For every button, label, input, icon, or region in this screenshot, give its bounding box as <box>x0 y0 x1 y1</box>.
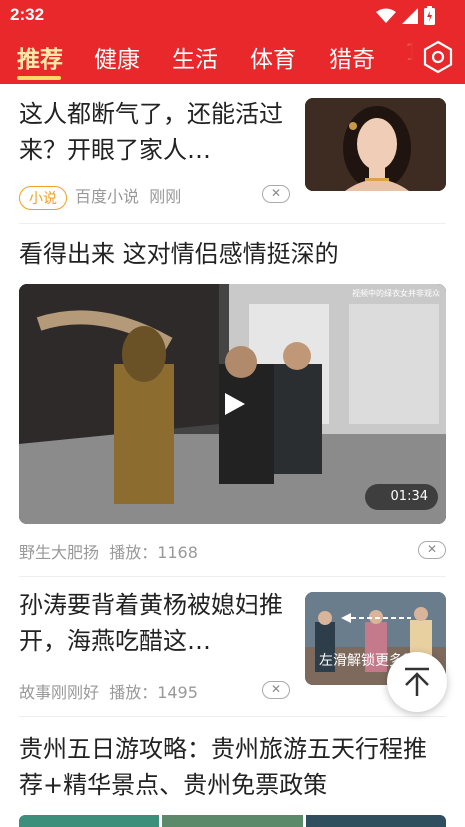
item-title: 看得出来 这对情侣感情挺深的 <box>19 240 339 268</box>
swipe-left-arrow-icon <box>341 613 411 623</box>
close-icon[interactable]: ✕ <box>418 541 446 559</box>
signal-icon <box>402 7 418 24</box>
tab-sports[interactable]: 体育 <box>250 40 296 74</box>
video-caption: 视频中的绿衣女并非观众 <box>352 289 440 298</box>
play-icon[interactable] <box>221 391 247 417</box>
tab-curiosity[interactable]: 猎奇 <box>329 40 375 74</box>
video-duration: 01:34 <box>390 489 428 504</box>
tag-badge: 小说 <box>19 185 67 210</box>
image-strip <box>19 815 446 827</box>
feed-item-video[interactable]: 看得出来 这对情侣感情挺深的 01:34 视频中的绿衣女并非观众 野生大肥扬 播… <box>0 224 465 576</box>
item-title: 这人都断气了，还能活过来？开眼了家人… <box>19 100 283 164</box>
item-plays: 播放：1495 <box>109 683 198 702</box>
item-meta: 小说 百度小说 刚刚 <box>19 183 181 210</box>
status-time: 2:32 <box>10 5 45 24</box>
feed-item[interactable]: 这人都断气了，还能活过来？开眼了家人… 小说 百度小说 刚刚 ✕ <box>0 84 465 223</box>
strip-image <box>162 815 303 827</box>
wifi-icon <box>376 8 396 23</box>
arrow-up-icon <box>405 667 429 696</box>
item-source: 野生大肥扬 <box>19 543 100 562</box>
item-meta: 故事刚刚好 播放：1495 <box>19 679 198 703</box>
item-source: 百度小说 <box>75 187 140 206</box>
app: 2:32 推荐 健康 生活 体育 猎奇 1 <box>0 0 465 827</box>
back-to-top-button[interactable] <box>387 652 447 712</box>
video-thumbnail[interactable]: 01:34 视频中的绿衣女并非观众 <box>19 284 446 524</box>
item-meta: 野生大肥扬 播放：1168 <box>19 539 198 563</box>
strip-image <box>19 815 160 827</box>
tab-health[interactable]: 健康 <box>94 40 140 74</box>
item-thumbnail <box>305 98 446 191</box>
item-source: 故事刚刚好 <box>19 683 100 702</box>
video-duration-badge: 01:34 <box>364 484 438 510</box>
battery-icon <box>424 6 435 25</box>
item-plays: 播放：1168 <box>109 543 198 562</box>
active-tab-indicator <box>17 76 61 80</box>
close-icon[interactable]: ✕ <box>262 681 290 699</box>
tab-recommend[interactable]: 推荐 <box>17 40 63 74</box>
close-icon[interactable]: ✕ <box>262 185 290 203</box>
strip-image <box>305 815 446 827</box>
settings-hexagon-icon[interactable] <box>421 40 455 74</box>
item-title: 贵州五日游攻略：贵州旅游五天行程推荐+精华景点、贵州免票政策 <box>19 735 427 799</box>
portrait-image <box>305 98 446 191</box>
feed-item[interactable]: 贵州五日游攻略：贵州旅游五天行程推荐+精华景点、贵州免票政策 <box>0 717 465 827</box>
status-icons <box>376 6 435 25</box>
tab-life[interactable]: 生活 <box>172 40 218 74</box>
status-bar: 2:32 <box>0 0 465 30</box>
header: 2:32 推荐 健康 生活 体育 猎奇 1 <box>0 0 465 84</box>
item-title: 孙涛要背着黄杨被媳妇推开，海燕吃醋这… <box>19 591 283 655</box>
channel-tabs: 推荐 健康 生活 体育 猎奇 1 <box>0 34 465 84</box>
item-time: 刚刚 <box>149 187 182 206</box>
